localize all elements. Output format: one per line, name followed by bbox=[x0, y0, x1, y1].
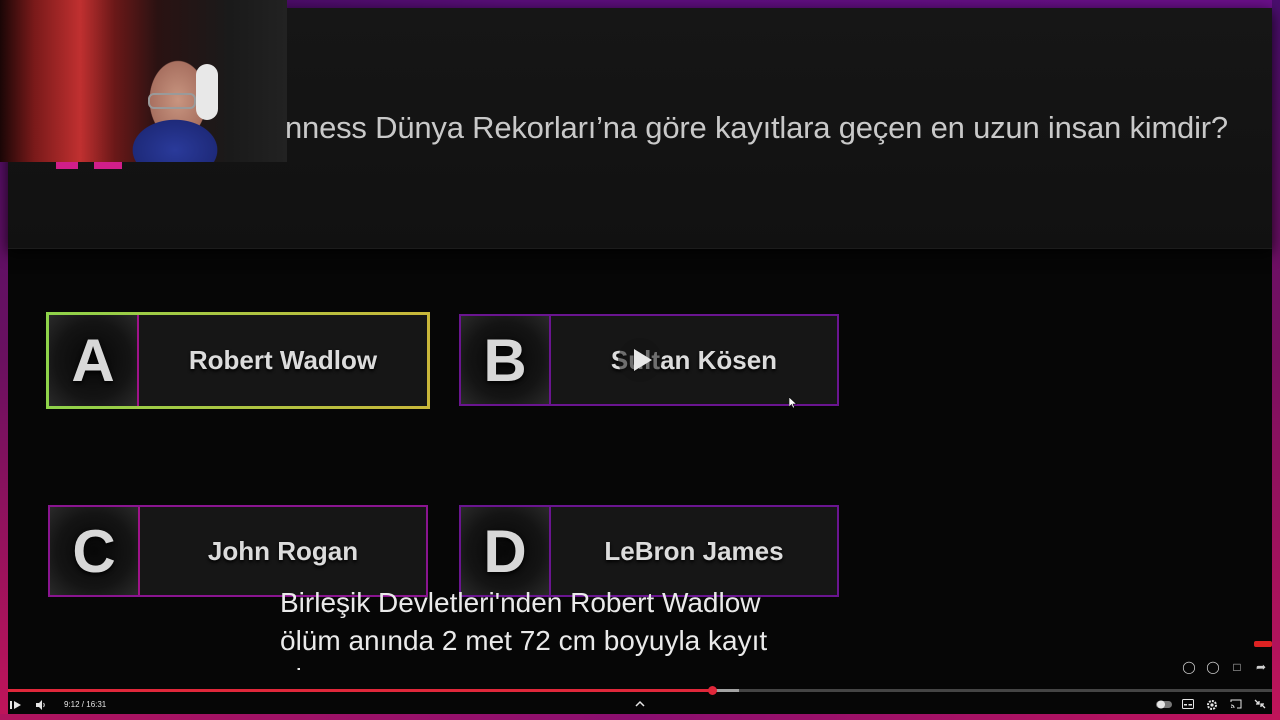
progress-scrubber[interactable] bbox=[708, 686, 718, 695]
time-display: 9:12 / 16:31 bbox=[64, 700, 107, 709]
subtitles-icon[interactable] bbox=[1182, 699, 1194, 709]
progress-played bbox=[8, 689, 713, 692]
mouse-cursor-icon bbox=[789, 397, 797, 409]
frame-bottom-border bbox=[0, 714, 1280, 720]
volume-icon[interactable] bbox=[35, 700, 47, 710]
share-icon[interactable]: ➦ bbox=[1254, 660, 1268, 674]
webcam-overlay bbox=[0, 0, 287, 162]
center-play-icon[interactable] bbox=[618, 338, 662, 382]
thumbs-down-icon[interactable]: ◯ bbox=[1206, 660, 1220, 674]
decorative-marker bbox=[56, 162, 122, 169]
exit-fullscreen-icon[interactable] bbox=[1254, 699, 1266, 709]
caption-line: Birleşik Devletleri'nden Robert Wadlow bbox=[280, 587, 761, 618]
autoplay-toggle-icon[interactable] bbox=[1156, 700, 1172, 709]
option-b-text: Sultan Kösen bbox=[610, 344, 778, 375]
subtitle-captions: Birleşik Devletleri'nden Robert Wadlow ö… bbox=[280, 584, 880, 670]
caption-line: ölüm anında 2 met 72 cm boyuyla kayıt bbox=[280, 625, 768, 656]
live-indicator bbox=[1254, 641, 1272, 647]
thumbs-up-icon[interactable]: ◯ bbox=[1182, 660, 1196, 674]
caption-line: altına bbox=[280, 660, 880, 670]
frame-right-border bbox=[1272, 0, 1280, 720]
cast-icon[interactable] bbox=[1230, 699, 1242, 709]
option-c-letter: C bbox=[50, 507, 140, 595]
chevron-up-icon[interactable] bbox=[635, 700, 645, 708]
glasses-shape bbox=[148, 93, 196, 109]
option-b-letter: B bbox=[461, 316, 551, 404]
play-icon[interactable] bbox=[10, 700, 22, 710]
player-controls: 9:12 / 16:31 bbox=[0, 696, 1280, 714]
option-a-text: Robert Wadlow bbox=[188, 345, 378, 375]
option-d-text: LeBron James bbox=[604, 535, 784, 566]
question-text: nness Dünya Rekorları’na göre kayıtlara … bbox=[285, 110, 1228, 145]
option-d-letter: D bbox=[461, 507, 551, 595]
option-a[interactable]: A Robert Wadlow bbox=[46, 312, 430, 409]
option-c-text: John Rogan bbox=[207, 535, 359, 566]
option-a-letter: A bbox=[49, 315, 139, 406]
gear-icon[interactable] bbox=[1206, 699, 1218, 711]
comment-icon[interactable]: □ bbox=[1230, 660, 1244, 674]
side-actions: ◯ ◯ □ ➦ bbox=[1182, 660, 1268, 674]
progress-bar[interactable] bbox=[8, 686, 1272, 695]
headset-shape bbox=[196, 64, 218, 120]
